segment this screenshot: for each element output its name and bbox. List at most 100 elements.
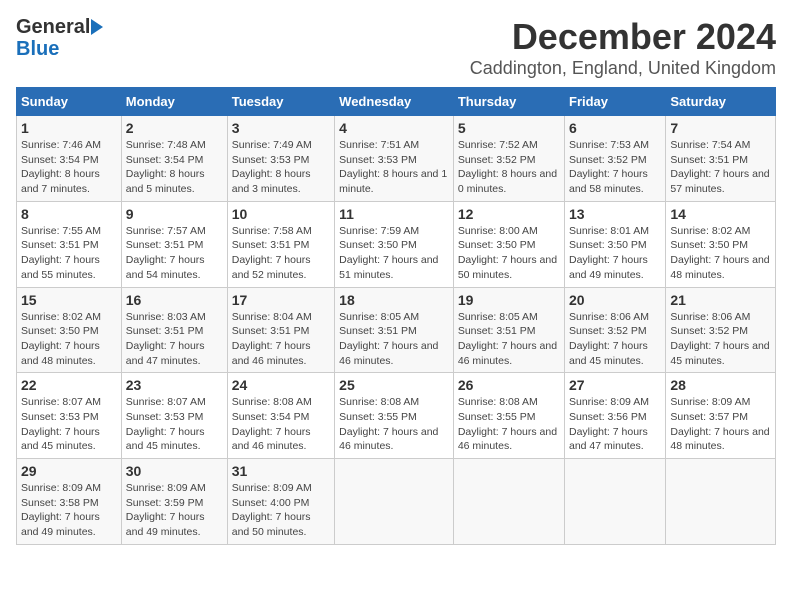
day-number: 26 (458, 377, 560, 393)
day-number: 13 (569, 206, 661, 222)
day-info: Sunrise: 8:06 AMSunset: 3:52 PMDaylight:… (569, 311, 649, 367)
calendar-cell: 18 Sunrise: 8:05 AMSunset: 3:51 PMDaylig… (335, 287, 454, 373)
calendar-cell: 10 Sunrise: 7:58 AMSunset: 3:51 PMDaylig… (227, 201, 334, 287)
calendar-cell: 12 Sunrise: 8:00 AMSunset: 3:50 PMDaylig… (453, 201, 564, 287)
calendar-cell: 27 Sunrise: 8:09 AMSunset: 3:56 PMDaylig… (565, 373, 666, 459)
calendar-cell: 1 Sunrise: 7:46 AMSunset: 3:54 PMDayligh… (17, 116, 122, 202)
calendar-cell: 24 Sunrise: 8:08 AMSunset: 3:54 PMDaylig… (227, 373, 334, 459)
logo-arrow-icon (91, 19, 103, 35)
header-sunday: Sunday (17, 88, 122, 116)
calendar-cell: 7 Sunrise: 7:54 AMSunset: 3:51 PMDayligh… (666, 116, 776, 202)
calendar-cell: 9 Sunrise: 7:57 AMSunset: 3:51 PMDayligh… (121, 201, 227, 287)
calendar-cell: 20 Sunrise: 8:06 AMSunset: 3:52 PMDaylig… (565, 287, 666, 373)
calendar-table: SundayMondayTuesdayWednesdayThursdayFrid… (16, 87, 776, 545)
day-info: Sunrise: 8:08 AMSunset: 3:55 PMDaylight:… (339, 396, 438, 452)
day-number: 31 (232, 463, 330, 479)
calendar-week-row: 8 Sunrise: 7:55 AMSunset: 3:51 PMDayligh… (17, 201, 776, 287)
calendar-title: December 2024 (470, 16, 776, 58)
day-number: 24 (232, 377, 330, 393)
day-info: Sunrise: 8:08 AMSunset: 3:54 PMDaylight:… (232, 396, 312, 452)
calendar-cell: 5 Sunrise: 7:52 AMSunset: 3:52 PMDayligh… (453, 116, 564, 202)
calendar-cell: 6 Sunrise: 7:53 AMSunset: 3:52 PMDayligh… (565, 116, 666, 202)
day-info: Sunrise: 8:09 AMSunset: 3:58 PMDaylight:… (21, 482, 101, 538)
calendar-week-row: 15 Sunrise: 8:02 AMSunset: 3:50 PMDaylig… (17, 287, 776, 373)
calendar-cell: 16 Sunrise: 8:03 AMSunset: 3:51 PMDaylig… (121, 287, 227, 373)
day-info: Sunrise: 8:05 AMSunset: 3:51 PMDaylight:… (458, 311, 557, 367)
calendar-cell: 14 Sunrise: 8:02 AMSunset: 3:50 PMDaylig… (666, 201, 776, 287)
calendar-cell: 19 Sunrise: 8:05 AMSunset: 3:51 PMDaylig… (453, 287, 564, 373)
day-info: Sunrise: 8:02 AMSunset: 3:50 PMDaylight:… (21, 311, 101, 367)
day-number: 29 (21, 463, 117, 479)
page-header: General Blue December 2024 Caddington, E… (16, 16, 776, 79)
calendar-cell (335, 459, 454, 545)
calendar-week-row: 22 Sunrise: 8:07 AMSunset: 3:53 PMDaylig… (17, 373, 776, 459)
logo-top-text: General (16, 16, 103, 38)
day-number: 27 (569, 377, 661, 393)
day-info: Sunrise: 8:09 AMSunset: 4:00 PMDaylight:… (232, 482, 312, 538)
day-number: 3 (232, 120, 330, 136)
day-info: Sunrise: 7:54 AMSunset: 3:51 PMDaylight:… (670, 139, 769, 195)
calendar-cell: 8 Sunrise: 7:55 AMSunset: 3:51 PMDayligh… (17, 201, 122, 287)
calendar-cell: 29 Sunrise: 8:09 AMSunset: 3:58 PMDaylig… (17, 459, 122, 545)
day-info: Sunrise: 7:49 AMSunset: 3:53 PMDaylight:… (232, 139, 312, 195)
day-info: Sunrise: 7:55 AMSunset: 3:51 PMDaylight:… (21, 225, 101, 281)
day-info: Sunrise: 8:04 AMSunset: 3:51 PMDaylight:… (232, 311, 312, 367)
day-number: 21 (670, 292, 771, 308)
day-number: 20 (569, 292, 661, 308)
day-number: 7 (670, 120, 771, 136)
day-number: 8 (21, 206, 117, 222)
logo-bottom-text: Blue (16, 38, 103, 60)
calendar-cell: 21 Sunrise: 8:06 AMSunset: 3:52 PMDaylig… (666, 287, 776, 373)
day-info: Sunrise: 8:05 AMSunset: 3:51 PMDaylight:… (339, 311, 438, 367)
day-info: Sunrise: 8:08 AMSunset: 3:55 PMDaylight:… (458, 396, 557, 452)
title-block: December 2024 Caddington, England, Unite… (470, 16, 776, 79)
day-info: Sunrise: 7:48 AMSunset: 3:54 PMDaylight:… (126, 139, 206, 195)
calendar-cell: 13 Sunrise: 8:01 AMSunset: 3:50 PMDaylig… (565, 201, 666, 287)
calendar-week-row: 29 Sunrise: 8:09 AMSunset: 3:58 PMDaylig… (17, 459, 776, 545)
day-info: Sunrise: 8:07 AMSunset: 3:53 PMDaylight:… (126, 396, 206, 452)
calendar-cell: 17 Sunrise: 8:04 AMSunset: 3:51 PMDaylig… (227, 287, 334, 373)
day-number: 2 (126, 120, 223, 136)
header-tuesday: Tuesday (227, 88, 334, 116)
day-info: Sunrise: 8:01 AMSunset: 3:50 PMDaylight:… (569, 225, 649, 281)
day-number: 11 (339, 206, 449, 222)
day-info: Sunrise: 7:57 AMSunset: 3:51 PMDaylight:… (126, 225, 206, 281)
header-saturday: Saturday (666, 88, 776, 116)
day-number: 25 (339, 377, 449, 393)
day-number: 12 (458, 206, 560, 222)
day-number: 5 (458, 120, 560, 136)
calendar-cell (453, 459, 564, 545)
header-thursday: Thursday (453, 88, 564, 116)
day-info: Sunrise: 8:09 AMSunset: 3:59 PMDaylight:… (126, 482, 206, 538)
day-number: 15 (21, 292, 117, 308)
day-number: 9 (126, 206, 223, 222)
calendar-header-row: SundayMondayTuesdayWednesdayThursdayFrid… (17, 88, 776, 116)
day-number: 17 (232, 292, 330, 308)
header-wednesday: Wednesday (335, 88, 454, 116)
day-number: 4 (339, 120, 449, 136)
day-info: Sunrise: 7:52 AMSunset: 3:52 PMDaylight:… (458, 139, 557, 195)
day-number: 28 (670, 377, 771, 393)
calendar-cell: 23 Sunrise: 8:07 AMSunset: 3:53 PMDaylig… (121, 373, 227, 459)
day-number: 19 (458, 292, 560, 308)
day-info: Sunrise: 7:53 AMSunset: 3:52 PMDaylight:… (569, 139, 649, 195)
day-info: Sunrise: 8:09 AMSunset: 3:57 PMDaylight:… (670, 396, 769, 452)
day-info: Sunrise: 7:58 AMSunset: 3:51 PMDaylight:… (232, 225, 312, 281)
calendar-cell (666, 459, 776, 545)
calendar-cell: 3 Sunrise: 7:49 AMSunset: 3:53 PMDayligh… (227, 116, 334, 202)
day-number: 30 (126, 463, 223, 479)
logo: General Blue (16, 16, 103, 60)
calendar-cell: 2 Sunrise: 7:48 AMSunset: 3:54 PMDayligh… (121, 116, 227, 202)
calendar-cell: 25 Sunrise: 8:08 AMSunset: 3:55 PMDaylig… (335, 373, 454, 459)
day-number: 10 (232, 206, 330, 222)
day-info: Sunrise: 8:02 AMSunset: 3:50 PMDaylight:… (670, 225, 769, 281)
day-number: 16 (126, 292, 223, 308)
day-info: Sunrise: 8:06 AMSunset: 3:52 PMDaylight:… (670, 311, 769, 367)
day-info: Sunrise: 7:51 AMSunset: 3:53 PMDaylight:… (339, 139, 447, 195)
day-number: 1 (21, 120, 117, 136)
calendar-cell: 15 Sunrise: 8:02 AMSunset: 3:50 PMDaylig… (17, 287, 122, 373)
day-info: Sunrise: 8:09 AMSunset: 3:56 PMDaylight:… (569, 396, 649, 452)
day-info: Sunrise: 8:07 AMSunset: 3:53 PMDaylight:… (21, 396, 101, 452)
calendar-cell: 26 Sunrise: 8:08 AMSunset: 3:55 PMDaylig… (453, 373, 564, 459)
day-number: 18 (339, 292, 449, 308)
